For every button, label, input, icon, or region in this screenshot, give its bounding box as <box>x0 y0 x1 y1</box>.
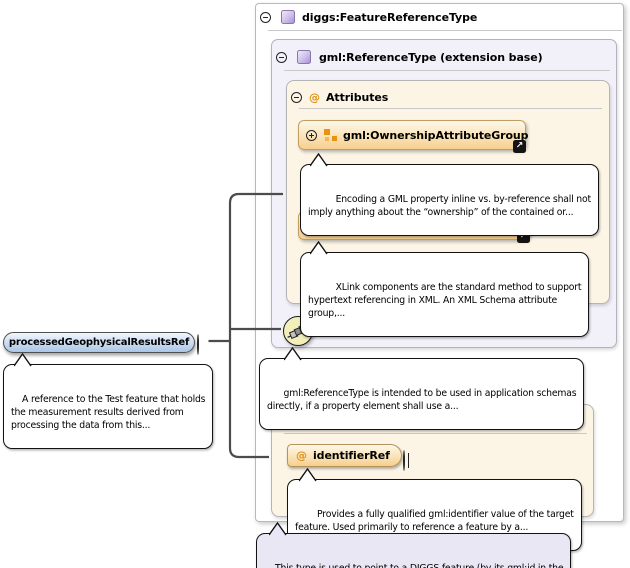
attributes-title: Attributes <box>326 91 388 104</box>
expand-icon[interactable] <box>403 450 405 471</box>
identifier-ref-attribute[interactable]: @ identifierRef <box>287 444 402 467</box>
collapse-icon[interactable] <box>291 92 302 103</box>
divider <box>284 70 610 71</box>
extension-base-header: gml:ReferenceType (extension base) <box>276 49 543 65</box>
element-collapse-icon[interactable] <box>197 334 199 355</box>
complex-type-icon <box>297 50 311 64</box>
schema-diagram: processedGeophysicalResultsRef A referen… <box>0 0 630 568</box>
tooltip-tail <box>269 522 288 536</box>
tooltip-tail <box>299 468 318 482</box>
identifier-ref-label: identifierRef <box>313 449 390 462</box>
association-group-tooltip: XLink components are the standard method… <box>300 252 589 337</box>
tooltip-tail <box>14 353 33 367</box>
identifier-ref-tooltip-text: Provides a fully qualified gml:identifie… <box>295 509 574 533</box>
type-note: This type is used to point to a DIGGS fe… <box>256 533 571 568</box>
divider <box>268 30 622 31</box>
ownership-attribute-group[interactable]: gml:OwnershipAttributeGroup ↗ <box>298 120 526 150</box>
reference-type-extension-box[interactable]: gml:ReferenceType (extension base) @ Att… <box>271 39 617 348</box>
ownership-group-tooltip: Encoding a GML property inline vs. by-re… <box>300 164 599 236</box>
attribute-at-icon: @ <box>309 92 320 103</box>
root-type-title: diggs:FeatureReferenceType <box>302 11 477 24</box>
element-tooltip-text: A reference to the Test feature that hol… <box>11 394 205 431</box>
tooltip-tail <box>310 153 329 167</box>
divider <box>284 433 587 434</box>
goto-definition-icon[interactable]: ↗ <box>513 140 526 153</box>
collapse-icon[interactable] <box>276 52 287 63</box>
collapse-icon[interactable] <box>260 12 271 23</box>
element-pill[interactable]: processedGeophysicalResultsRef <box>3 332 195 353</box>
association-group-tooltip-text: XLink components are the standard method… <box>308 282 581 319</box>
element-label: processedGeophysicalResultsRef <box>9 337 189 348</box>
expand-icon[interactable] <box>306 130 317 141</box>
reference-type-note-text: gml:ReferenceType is intended to be used… <box>267 388 576 412</box>
complex-type-icon <box>281 10 295 24</box>
ownership-group-label: gml:OwnershipAttributeGroup <box>343 129 528 142</box>
reference-type-note: gml:ReferenceType is intended to be used… <box>259 358 584 430</box>
ownership-group-tooltip-text: Encoding a GML property inline vs. by-re… <box>308 194 591 218</box>
inherited-attributes-box[interactable]: @ Attributes gml:OwnershipAttributeGroup… <box>286 80 610 304</box>
feature-reference-type-box[interactable]: diggs:FeatureReferenceType gml:Reference… <box>255 3 624 522</box>
root-type-header: diggs:FeatureReferenceType <box>260 9 477 25</box>
attributes-header: @ Attributes <box>291 89 388 105</box>
divider <box>299 108 602 109</box>
type-note-text: This type is used to point to a DIGGS fe… <box>264 563 563 568</box>
attribute-at-icon: @ <box>296 450 307 461</box>
attribute-group-icon <box>323 128 337 142</box>
element-tooltip: A reference to the Test feature that hol… <box>3 364 213 449</box>
extension-base-title: gml:ReferenceType (extension base) <box>319 51 543 64</box>
tooltip-tail <box>284 347 303 361</box>
tooltip-tail <box>310 241 329 255</box>
